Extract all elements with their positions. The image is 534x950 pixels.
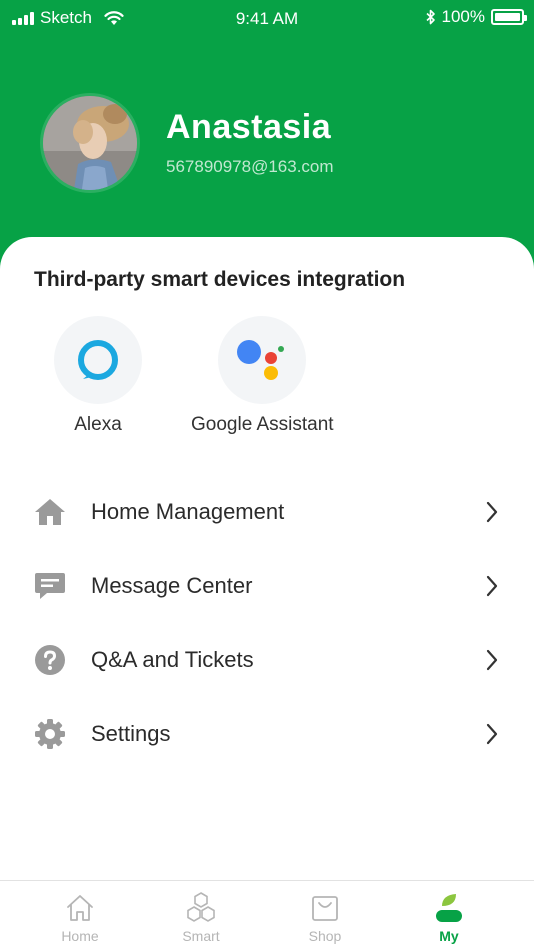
bluetooth-icon xyxy=(425,9,435,25)
shopping-bag-icon xyxy=(308,891,342,925)
menu-item-message-center[interactable]: Message Center xyxy=(0,549,534,623)
chevron-right-icon xyxy=(486,501,498,523)
google-assistant-icon xyxy=(218,316,307,404)
alexa-label: Alexa xyxy=(74,414,122,435)
my-screen: Sketch 9:41 AM 100% Anastasia 567890978@… xyxy=(0,0,534,950)
battery-percent: 100% xyxy=(441,7,485,26)
menu-item-label: Message Center xyxy=(91,573,253,598)
chevron-right-icon xyxy=(486,649,498,671)
status-right: 100% xyxy=(425,7,527,27)
tab-bar: Home Smart Shop My xyxy=(0,880,534,950)
menu-item-home-management[interactable]: Home Management xyxy=(0,475,534,549)
status-bar: Sketch 9:41 AM 100% xyxy=(0,0,534,36)
home-icon xyxy=(33,495,67,529)
question-icon xyxy=(33,643,67,677)
avatar[interactable] xyxy=(40,93,140,193)
tab-label: Smart xyxy=(182,928,220,944)
gear-icon xyxy=(33,717,67,751)
tab-label: Shop xyxy=(308,928,342,944)
menu-item-settings[interactable]: Settings xyxy=(0,697,534,771)
tab-label: My xyxy=(439,928,459,944)
integration-google-assistant[interactable]: Google Assistant xyxy=(191,316,334,436)
battery-icon xyxy=(491,9,527,25)
section-title: Third-party smart devices integration xyxy=(34,268,406,291)
hexagons-icon xyxy=(184,891,218,925)
content-card: Third-party smart devices integration Al… xyxy=(0,237,534,881)
tab-shop[interactable]: Shop xyxy=(270,881,380,950)
integration-alexa[interactable]: Alexa xyxy=(54,316,142,436)
home-outline-icon xyxy=(63,891,97,925)
alexa-icon xyxy=(54,316,142,404)
chevron-right-icon xyxy=(486,723,498,745)
user-name: Anastasia xyxy=(166,108,332,146)
chevron-right-icon xyxy=(486,575,498,597)
google-assistant-label: Google Assistant xyxy=(191,414,334,435)
message-icon xyxy=(33,569,67,603)
avatar-photo xyxy=(43,96,137,190)
user-email: 567890978@163.com xyxy=(166,157,334,176)
menu-item-qa-tickets[interactable]: Q&A and Tickets xyxy=(0,623,534,697)
tab-label: Home xyxy=(61,928,99,944)
menu-item-label: Q&A and Tickets xyxy=(91,647,254,672)
tab-my[interactable]: My xyxy=(394,881,504,950)
menu-item-label: Home Management xyxy=(91,499,285,524)
tab-smart[interactable]: Smart xyxy=(146,881,256,950)
menu-item-label: Settings xyxy=(91,721,171,746)
profile-icon xyxy=(432,891,466,925)
tab-home[interactable]: Home xyxy=(25,881,135,950)
